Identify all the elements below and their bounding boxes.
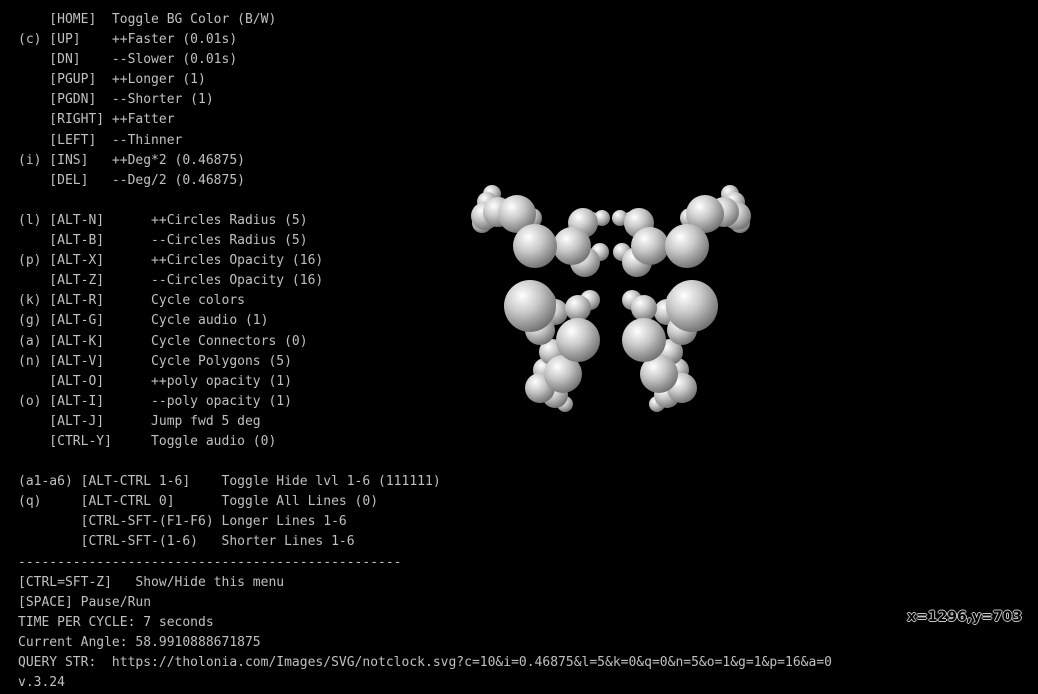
sphere-ball (504, 280, 556, 332)
sphere-cluster (471, 185, 751, 412)
sphere-ball (665, 224, 709, 268)
sphere-ball (556, 318, 600, 362)
sphere-cluster-figure[interactable] (0, 0, 1038, 694)
sphere-ball (631, 295, 657, 321)
sphere-ball (631, 227, 669, 265)
sphere-ball (553, 227, 591, 265)
sphere-ball (513, 224, 557, 268)
sphere-ball (565, 295, 591, 321)
sphere-ball (622, 318, 666, 362)
sphere-ball (666, 280, 718, 332)
